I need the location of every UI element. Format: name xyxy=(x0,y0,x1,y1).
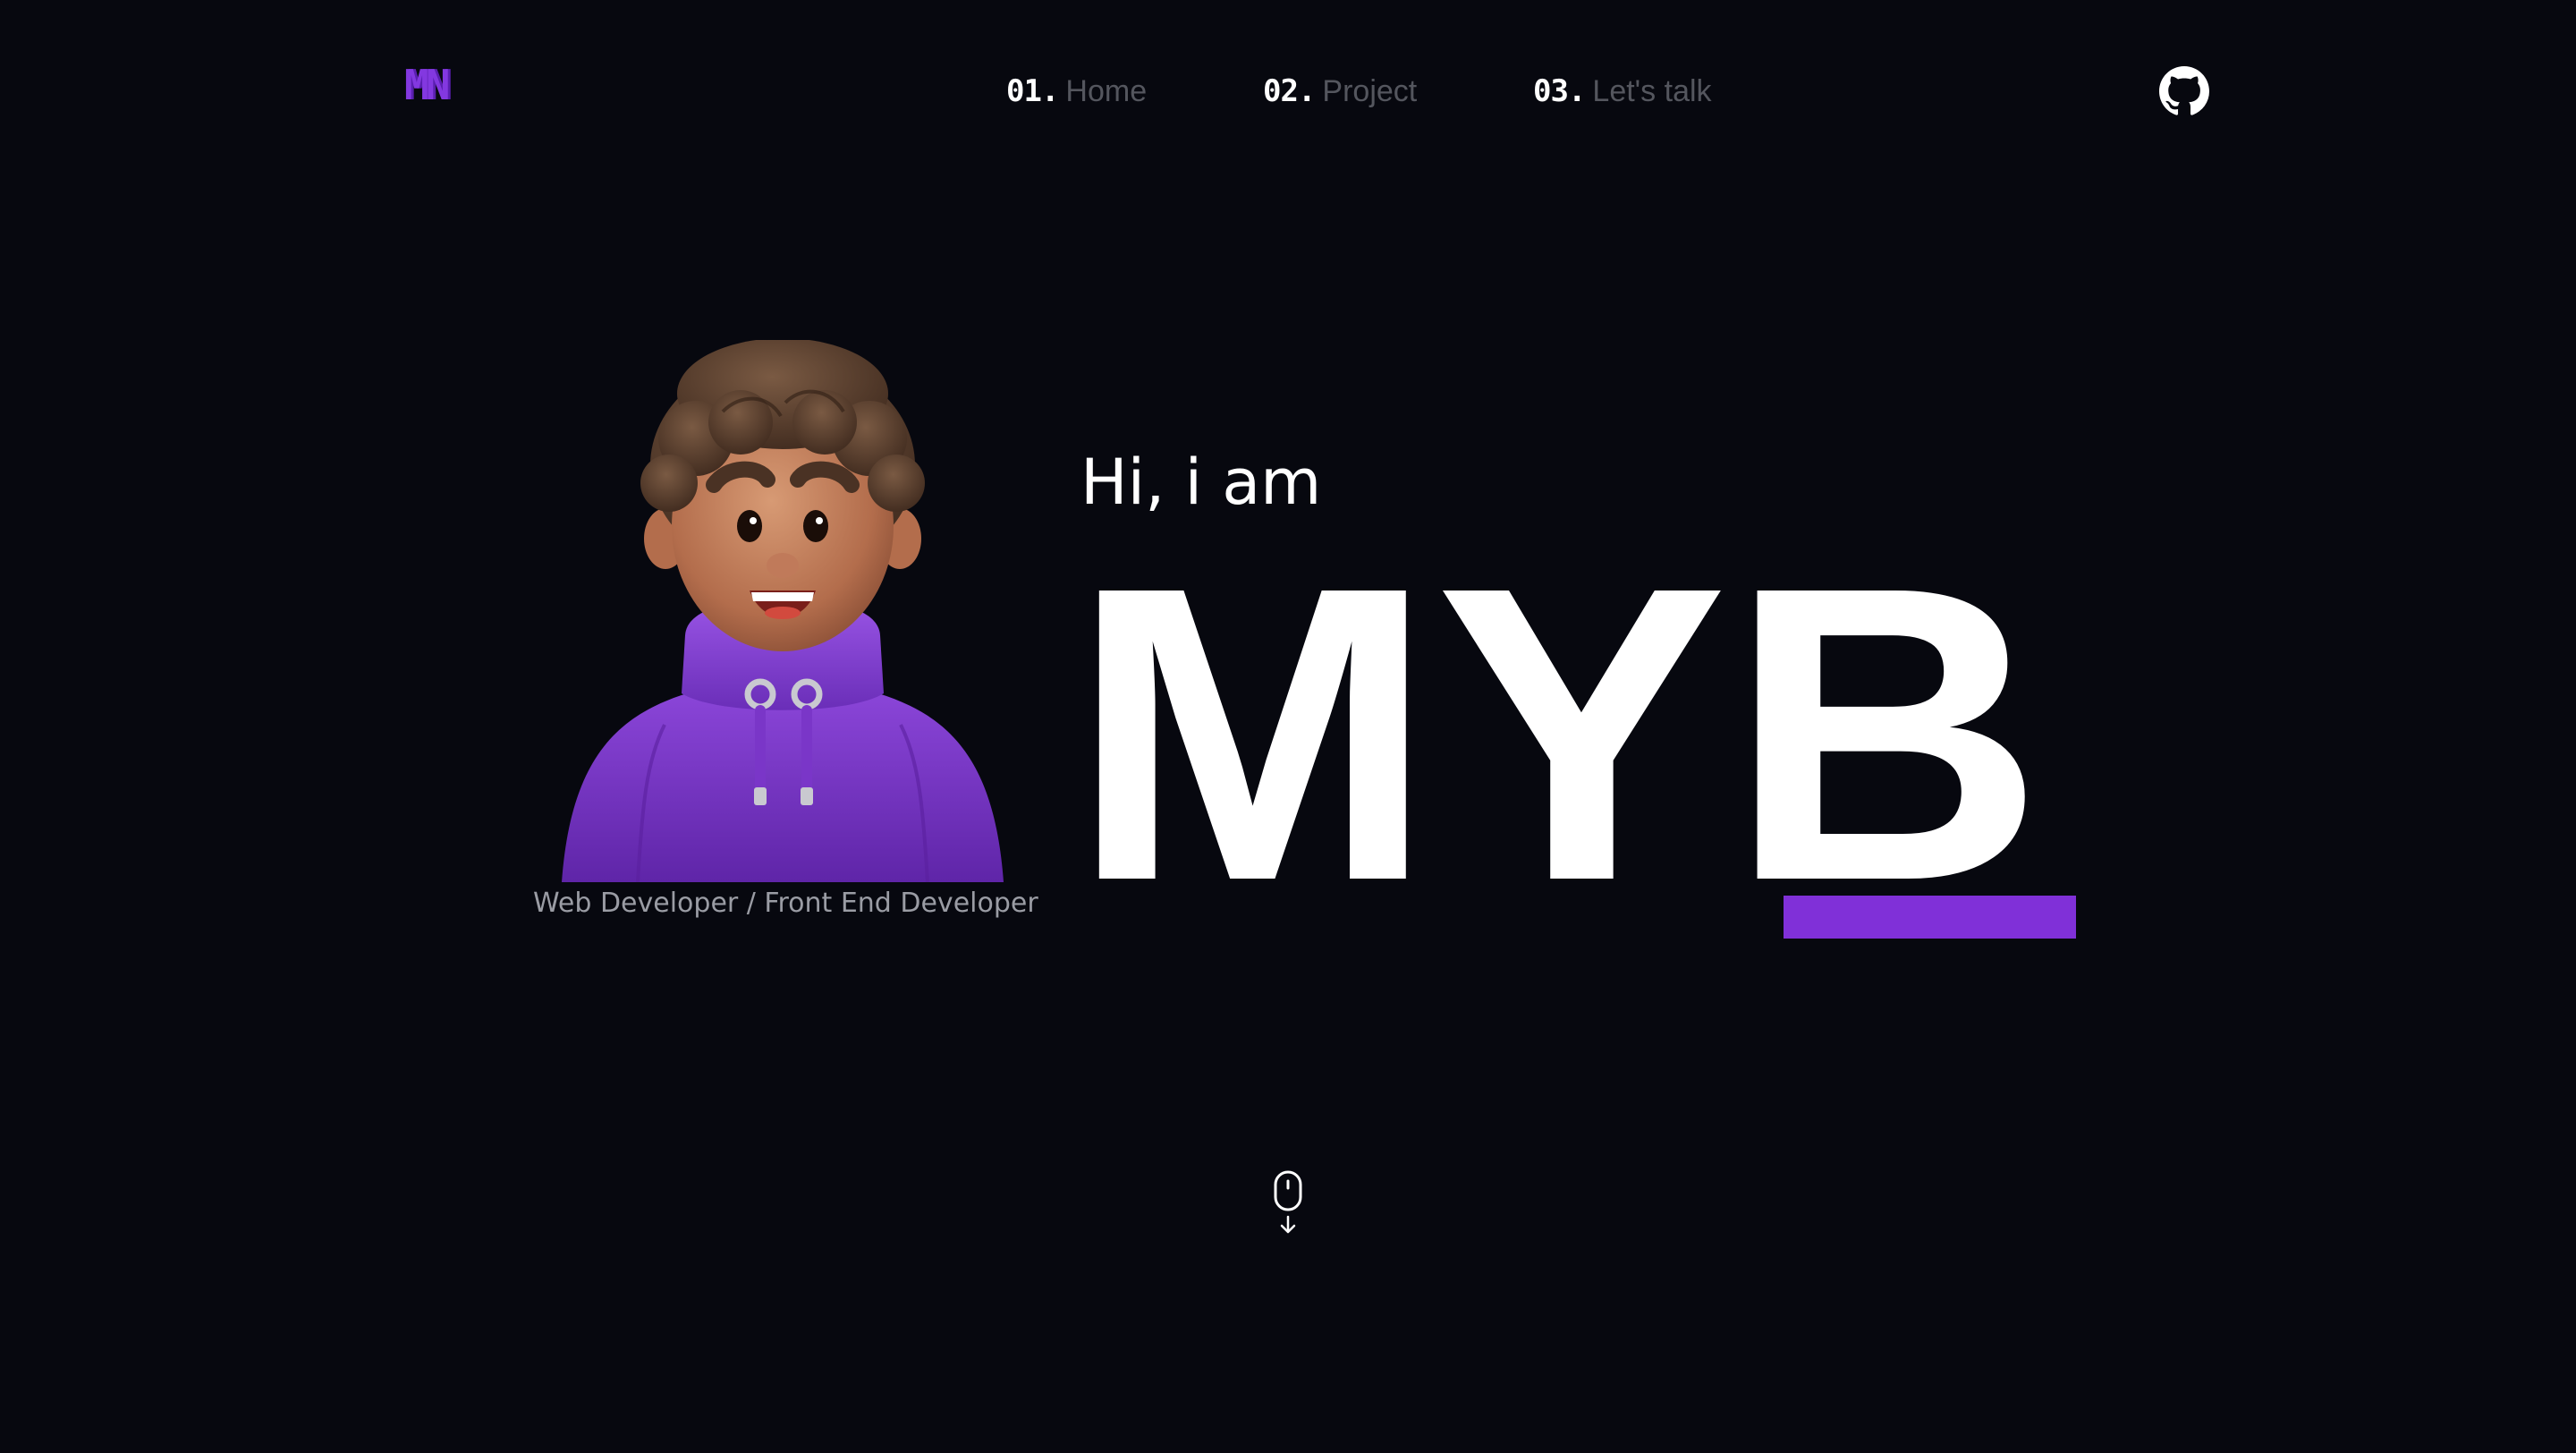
nav-number: 01. xyxy=(1006,73,1059,109)
name-underline-accent xyxy=(1784,896,2076,939)
nav-label: Home xyxy=(1065,74,1148,108)
mouse-scroll-icon[interactable] xyxy=(1270,1170,1306,1235)
nav-link-lets-talk[interactable]: 03. Let's talk xyxy=(1533,72,1712,111)
nav-number: 02. xyxy=(1263,73,1316,109)
role-subtitle: Web Developer / Front End Developer xyxy=(533,888,1038,919)
nav-label: Let's talk xyxy=(1592,74,1712,108)
hero-name-text: MYB xyxy=(1070,540,2045,916)
nav-number: 03. xyxy=(1533,73,1586,109)
nav-label: Project xyxy=(1322,74,1418,108)
github-icon[interactable] xyxy=(2159,66,2209,116)
nav-link-project[interactable]: 02. Project xyxy=(1263,72,1417,111)
hero-greeting: Hi, i am xyxy=(1080,446,1322,519)
hero-name: MYB xyxy=(1070,540,2045,916)
nav-link-home[interactable]: 01. Home xyxy=(1006,72,1147,111)
developer-avatar xyxy=(553,338,1013,883)
